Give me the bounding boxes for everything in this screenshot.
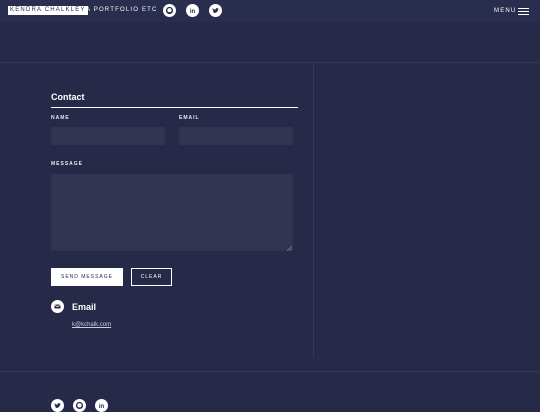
linkedin-icon: in [99, 404, 105, 410]
header-linkedin-link[interactable]: in [186, 4, 199, 17]
message-label: MESSAGE [51, 161, 84, 167]
github-icon [165, 6, 174, 15]
header-twitter-link[interactable] [209, 4, 222, 17]
send-message-button[interactable]: SEND MESSAGE [51, 268, 123, 286]
github-icon [75, 401, 84, 410]
resize-grip-icon[interactable] [286, 245, 292, 251]
footer-github-link[interactable] [73, 399, 86, 412]
brand-tagline: A PORTFOLIO ETC [86, 7, 158, 13]
email-heading: Email [72, 302, 97, 312]
email-input[interactable] [179, 127, 293, 145]
svg-text:in: in [190, 9, 196, 15]
envelope-icon [51, 300, 64, 313]
section-divider-bottom [0, 371, 540, 372]
message-textarea[interactable] [51, 174, 293, 251]
email-address-link[interactable]: k@kchalk.com [72, 321, 111, 329]
twitter-icon [212, 8, 219, 14]
section-divider-top [0, 62, 540, 63]
contact-title-underline [51, 107, 298, 108]
contact-title: Contact [51, 92, 85, 102]
brand-name[interactable]: KENDRA CHALKLEY [8, 6, 88, 15]
site-header: KENDRA CHALKLEY A PORTFOLIO ETC in MENU [0, 0, 540, 22]
hamburger-icon[interactable] [518, 8, 529, 15]
email-label: EMAIL [179, 115, 200, 121]
twitter-icon [54, 403, 61, 409]
clear-button[interactable]: CLEAR [131, 268, 172, 286]
name-label: NAME [51, 115, 70, 121]
footer-linkedin-link[interactable]: in [95, 399, 108, 412]
name-input[interactable] [51, 127, 165, 145]
linkedin-icon: in [190, 9, 196, 15]
column-divider [313, 63, 314, 358]
header-github-link[interactable] [163, 4, 176, 17]
menu-label[interactable]: MENU [494, 7, 516, 15]
footer-twitter-link[interactable] [51, 399, 64, 412]
